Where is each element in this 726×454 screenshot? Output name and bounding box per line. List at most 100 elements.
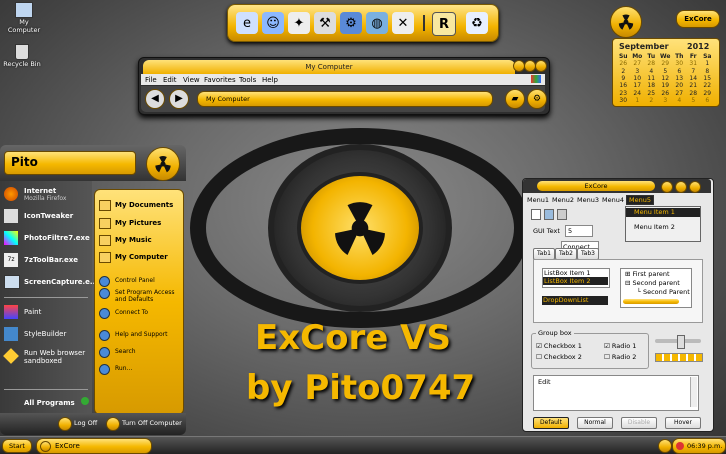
listbox-item[interactable]: ListBox Item 1 xyxy=(544,269,591,277)
user-name: Pito xyxy=(11,155,38,169)
messenger-icon[interactable]: ☺ xyxy=(262,12,284,34)
gear-icon[interactable]: ⚙ xyxy=(527,89,547,109)
radio-1[interactable]: ☑ Radio 1 xyxy=(604,342,636,350)
calendar-day[interactable]: 30 xyxy=(617,97,630,105)
mycomputer-window: My Computer File Edit View Favorites Too… xyxy=(138,57,550,115)
radio-label: Radio 2 xyxy=(611,353,637,361)
7z-icon: 7z xyxy=(4,253,18,267)
menu-item-2[interactable]: Menu Item 2 xyxy=(634,223,675,231)
progress-bar xyxy=(655,353,703,362)
tree-item-label: Second parent xyxy=(632,279,680,287)
radio-2[interactable]: ☐ Radio 2 xyxy=(604,353,636,361)
calendar-day[interactable]: 2 xyxy=(645,97,658,105)
minimize-button[interactable] xyxy=(661,181,673,193)
radio-label: Radio 1 xyxy=(611,342,637,350)
address-bar[interactable]: My Computer xyxy=(197,91,493,107)
menu-view[interactable]: View xyxy=(183,76,200,84)
taskbar-item-excore[interactable]: ExCore xyxy=(36,438,152,454)
power-icon[interactable] xyxy=(106,417,120,431)
pinned-title: Internet xyxy=(24,187,57,195)
open-icon[interactable] xyxy=(544,209,554,220)
desktop-icon-recycle-bin[interactable]: Recycle Bin xyxy=(2,44,42,68)
network-icon[interactable]: ⚙ xyxy=(340,12,362,34)
folder-icon xyxy=(99,218,111,229)
treeview[interactable]: ⊞ First parent ⊟ Second parent └ Second … xyxy=(620,268,692,308)
logoff-button[interactable]: Log Off xyxy=(74,419,97,427)
r-icon[interactable]: R xyxy=(432,12,456,36)
menu-tools[interactable]: Tools xyxy=(239,76,256,84)
tools-icon[interactable]: ⚒ xyxy=(314,12,336,34)
excore-corner-label[interactable]: ExCore xyxy=(676,10,720,28)
calendar-day[interactable]: 4 xyxy=(673,97,686,105)
menu-favorites[interactable]: Favorites xyxy=(204,76,236,84)
menu-file[interactable]: File xyxy=(145,76,157,84)
clock[interactable]: 06:39 p.m. xyxy=(672,438,726,454)
pinned-title: IconTweaker xyxy=(24,212,74,220)
normal-button[interactable]: Normal xyxy=(577,417,613,429)
menu-5[interactable]: Menu5 xyxy=(626,195,654,205)
windows-logo-icon xyxy=(531,75,541,83)
horizontal-scrollbar[interactable] xyxy=(623,299,679,304)
close-button[interactable] xyxy=(535,60,547,72)
dock-separator xyxy=(423,15,425,31)
listbox-item-selected[interactable]: ListBox Item 2 xyxy=(543,277,608,285)
hover-button[interactable]: Hover xyxy=(665,417,701,429)
tree-item[interactable]: └ Second Parent xyxy=(637,288,690,296)
calendar-day[interactable]: 5 xyxy=(687,97,700,105)
desktop-icon-label: Recycle Bin xyxy=(3,60,41,68)
menu-help[interactable]: Help xyxy=(262,76,278,84)
pinned-title: PhotoFiltre7.exe xyxy=(24,234,90,242)
all-programs-button[interactable]: All Programs xyxy=(24,397,90,407)
new-icon[interactable] xyxy=(531,209,541,220)
ie-icon[interactable]: e xyxy=(236,12,258,34)
start-menu: Pito Internet Mozilla Firefox IconTweake… xyxy=(0,145,186,435)
menu-bar: Menu1 Menu2 Menu3 Menu4 Menu5 xyxy=(523,194,711,205)
globe-icon[interactable]: ◍ xyxy=(366,12,388,34)
back-arrow-icon[interactable]: ◀ xyxy=(145,89,165,109)
maximize-button[interactable] xyxy=(675,181,687,193)
menu-3[interactable]: Menu3 xyxy=(577,196,599,204)
start-button[interactable]: Start xyxy=(2,439,32,453)
tree-item-label: Second Parent xyxy=(642,288,690,296)
tray-arrow-icon[interactable] xyxy=(658,439,672,453)
divider xyxy=(4,389,88,390)
copy-icon[interactable] xyxy=(557,209,567,220)
desktop-icon-my-computer[interactable]: My Computer xyxy=(4,2,44,34)
menu-2[interactable]: Menu2 xyxy=(552,196,574,204)
close-button[interactable] xyxy=(689,181,701,193)
spin-field[interactable]: 5 xyxy=(565,225,593,237)
listbox[interactable]: ListBox Item 1 ListBox Item 2 xyxy=(542,268,610,288)
folder-icon[interactable]: ▰ xyxy=(505,89,525,109)
user-avatar[interactable] xyxy=(146,147,180,181)
menu-edit[interactable]: Edit xyxy=(163,76,177,84)
recycle-icon[interactable]: ♻ xyxy=(466,12,488,34)
tree-item[interactable]: ⊞ First parent xyxy=(625,270,670,278)
edit-area[interactable]: Edit xyxy=(533,375,699,411)
settings-icon[interactable]: ✕ xyxy=(392,12,414,34)
wallpaper-title-line1: ExCore VS xyxy=(255,318,451,358)
default-button[interactable]: Default xyxy=(533,417,569,429)
calendar-day[interactable]: 6 xyxy=(701,97,714,105)
menu-item-1[interactable]: Menu Item 1 xyxy=(626,208,700,217)
slider-track[interactable] xyxy=(655,335,701,349)
sandbox-icon xyxy=(3,348,19,364)
menu-4[interactable]: Menu4 xyxy=(602,196,624,204)
calendar-day[interactable]: 1 xyxy=(631,97,644,105)
titlebar: ExCore xyxy=(523,179,711,193)
corner-radiation-button[interactable] xyxy=(610,6,642,38)
tree-item[interactable]: ⊟ Second parent xyxy=(625,279,680,287)
dropdownlist[interactable]: DropDownList xyxy=(542,296,608,305)
calendar-grid[interactable]: Su Mo Tu We Th Fr Sa 26 27 28 29 30 31 1 2 3 4 5 6 7 8 9 10 11 1… xyxy=(617,53,715,105)
checkbox-1[interactable]: ☑ Checkbox 1 xyxy=(536,342,582,350)
lock-icon[interactable] xyxy=(58,417,72,431)
vertical-scrollbar[interactable] xyxy=(690,377,697,407)
satellite-icon[interactable]: ✦ xyxy=(288,12,310,34)
checkbox-2[interactable]: ☐ Checkbox 2 xyxy=(536,353,582,361)
menu-1[interactable]: Menu1 xyxy=(527,196,549,204)
turnoff-button[interactable]: Turn Off Computer xyxy=(122,419,182,427)
forward-arrow-icon[interactable]: ▶ xyxy=(169,89,189,109)
calendar-day[interactable]: 3 xyxy=(659,97,672,105)
excore-window: ExCore Menu1 Menu2 Menu3 Menu4 Menu5 Men… xyxy=(522,178,714,432)
slider-thumb[interactable] xyxy=(677,335,685,349)
pinned-title: ScreenCapture.e... xyxy=(24,278,98,286)
